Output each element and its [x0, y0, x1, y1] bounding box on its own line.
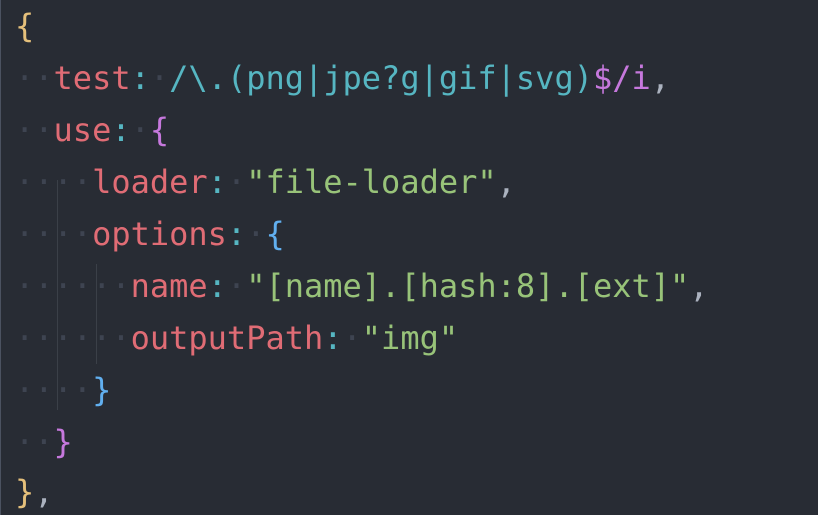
- code-line-6: · · · · · · name: · "[name].[hash:8].[ext]",: [15, 260, 709, 312]
- open-brace: {: [15, 7, 35, 45]
- whitespace-marker: ·: [226, 267, 247, 305]
- colon: :: [207, 163, 227, 201]
- whitespace-marker: ·: [53, 215, 73, 253]
- whitespace-marker: ·: [15, 59, 35, 97]
- whitespace-marker: ·: [15, 371, 35, 409]
- whitespace-marker: ·: [15, 319, 35, 357]
- whitespace-marker: ·: [53, 319, 73, 357]
- whitespace-marker: ·: [72, 215, 93, 253]
- open-brace: {: [265, 215, 285, 253]
- whitespace-marker: ·: [15, 423, 35, 461]
- whitespace-marker: ·: [130, 111, 150, 149]
- whitespace-marker: ·: [34, 59, 54, 97]
- property-key: test: [53, 59, 131, 97]
- whitespace-marker: ·: [34, 319, 54, 357]
- regex-flags: $/i: [592, 59, 651, 97]
- whitespace-marker: ·: [92, 319, 112, 357]
- whitespace-marker: ·: [15, 215, 35, 253]
- comma: ,: [34, 473, 54, 511]
- colon: :: [226, 215, 247, 253]
- comma: ,: [650, 59, 671, 97]
- code-line-9: · ·}: [15, 416, 73, 468]
- whitespace-marker: ·: [53, 371, 73, 409]
- regex-literal: /\.(png|jpe?g|gif|svg): [169, 59, 593, 97]
- string-value: "img": [361, 319, 459, 357]
- colon: :: [111, 111, 131, 149]
- whitespace-marker: ·: [15, 267, 35, 305]
- string-value: "[name].[hash:8].[ext]": [246, 267, 690, 305]
- whitespace-marker: ·: [34, 111, 54, 149]
- property-key: name: [130, 267, 208, 305]
- whitespace-marker: ·: [149, 59, 170, 97]
- comma: ,: [496, 163, 516, 201]
- close-brace: }: [53, 423, 73, 461]
- whitespace-marker: ·: [72, 371, 93, 409]
- colon: :: [323, 319, 343, 357]
- code-line-2: · · test: ·/\.(png|jpe?g|gif|svg) $/i,: [15, 52, 670, 104]
- code-line-8: · · · ·}: [15, 364, 111, 416]
- whitespace-marker: ·: [34, 423, 54, 461]
- whitespace-marker: ·: [111, 319, 131, 357]
- colon: :: [207, 267, 227, 305]
- comma: ,: [689, 267, 709, 305]
- whitespace-marker: ·: [246, 215, 266, 253]
- code-line-7: · · · · · · outputPath: · "img": [15, 312, 458, 364]
- property-key: options: [92, 215, 227, 253]
- whitespace-marker: ·: [34, 163, 54, 201]
- whitespace-marker: ·: [72, 267, 93, 305]
- whitespace-marker: ·: [342, 319, 362, 357]
- code-editor[interactable]: { · · test: ·/\.(png|jpe?g|gif|svg) $/i, · · u…: [0, 0, 818, 515]
- colon: :: [130, 59, 150, 97]
- code-line-5: · · · · options: ·{: [15, 208, 285, 260]
- whitespace-marker: ·: [226, 163, 247, 201]
- close-brace: }: [92, 371, 112, 409]
- whitespace-marker: ·: [72, 319, 93, 357]
- whitespace-marker: ·: [72, 163, 93, 201]
- property-key: outputPath: [130, 319, 324, 357]
- whitespace-marker: ·: [53, 267, 73, 305]
- whitespace-marker: ·: [92, 267, 112, 305]
- code-line-10: },: [15, 466, 54, 515]
- whitespace-marker: ·: [34, 215, 54, 253]
- code-line-4: · · · · loader: · "file-loader",: [15, 156, 516, 208]
- whitespace-marker: ·: [34, 267, 54, 305]
- whitespace-marker: ·: [111, 267, 131, 305]
- property-key: loader: [92, 163, 208, 201]
- whitespace-marker: ·: [53, 163, 73, 201]
- open-brace: {: [149, 111, 170, 149]
- code-line-3: · · use: ·{: [15, 104, 169, 156]
- code-line-1: {: [15, 0, 34, 52]
- whitespace-marker: ·: [15, 163, 35, 201]
- whitespace-marker: ·: [34, 371, 54, 409]
- string-value: "file-loader": [246, 163, 497, 201]
- property-key: use: [53, 111, 112, 149]
- whitespace-marker: ·: [15, 111, 35, 149]
- close-brace: }: [15, 473, 35, 511]
